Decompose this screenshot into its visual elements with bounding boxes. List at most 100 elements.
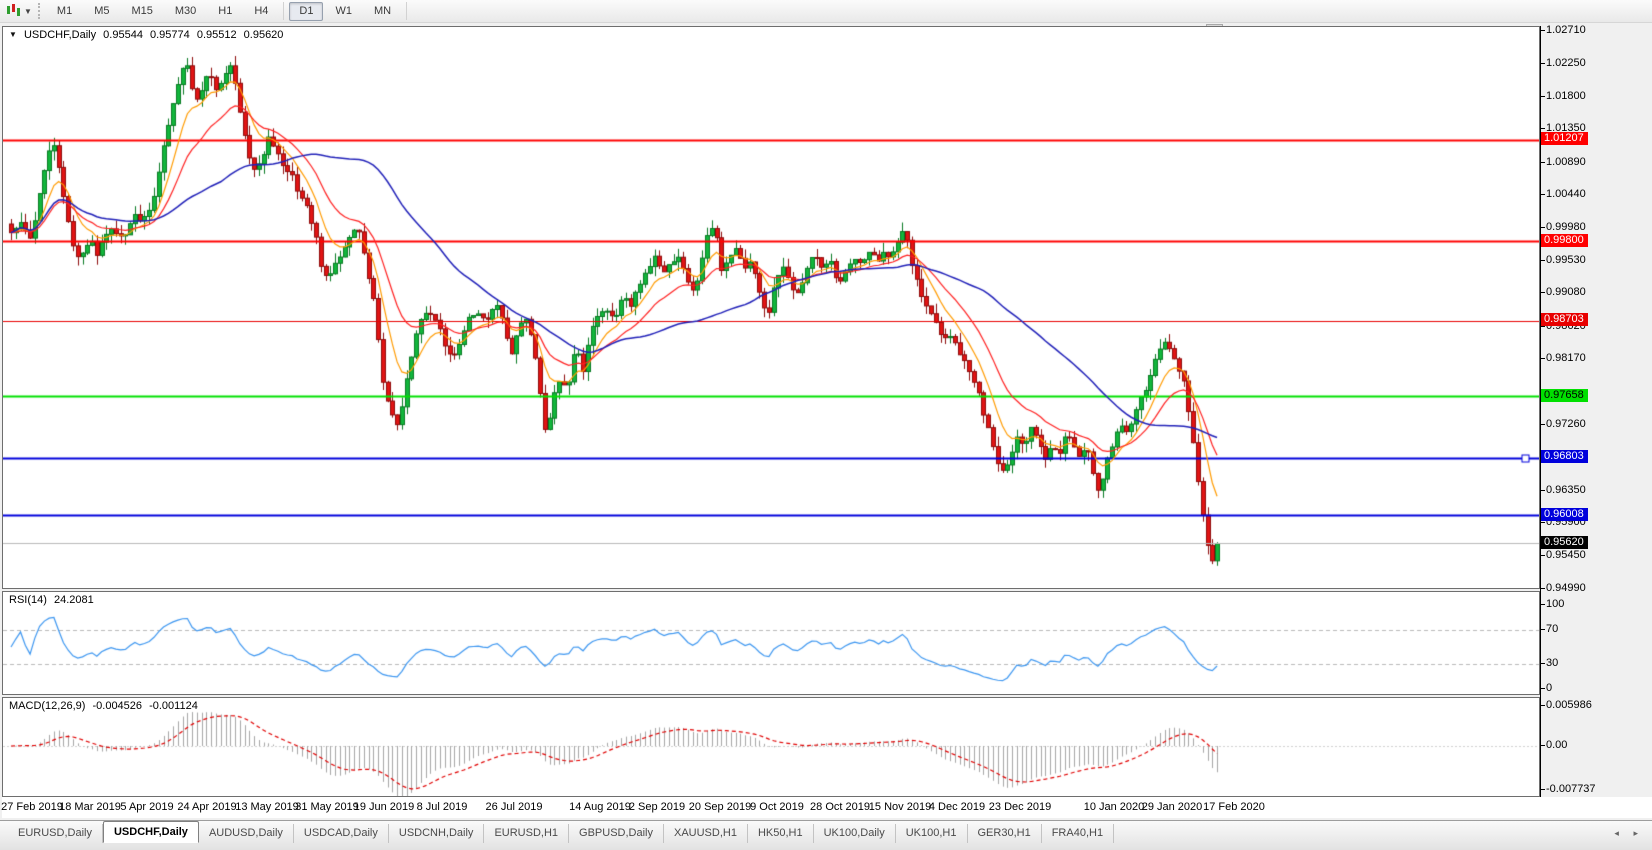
- toolbar-separator: [406, 2, 407, 20]
- timeframe-button-h4[interactable]: H4: [244, 2, 278, 21]
- timeframe-button-h1[interactable]: H1: [208, 2, 242, 21]
- rsi-axis[interactable]: 10070300: [1541, 591, 1651, 695]
- rsi-label: RSI(14) 24.2081: [9, 594, 98, 606]
- chart-symbol: USDCHF,Daily: [24, 29, 96, 41]
- price-tick: 0.99980: [1546, 221, 1586, 233]
- macd-tick: 0.005986: [1546, 699, 1592, 711]
- rsi-tick: 70: [1546, 623, 1558, 635]
- tab-usdcad-daily[interactable]: USDCAD,Daily: [294, 824, 389, 843]
- date-tick: 26 Jul 2019: [486, 801, 543, 813]
- price-axis[interactable]: 1.027101.022501.018001.013501.008901.004…: [1541, 26, 1651, 589]
- tab-eurusd-h1[interactable]: EURUSD,H1: [484, 824, 569, 843]
- date-tick: 27 Feb 2019: [1, 801, 63, 813]
- tab-eurusd-daily[interactable]: EURUSD,Daily: [8, 824, 103, 843]
- timeframe-button-mn[interactable]: MN: [364, 2, 401, 21]
- date-tick: 5 Apr 2019: [120, 801, 173, 813]
- periods-icon[interactable]: [5, 3, 23, 19]
- macd-panel: MACD(12,26,9) -0.004526 -0.001124: [2, 697, 1540, 797]
- tab-ger30-h1[interactable]: GER30,H1: [968, 824, 1042, 843]
- date-tick: 2 Sep 2019: [629, 801, 685, 813]
- price-badge: 0.99800: [1541, 234, 1588, 247]
- toolbar: ▼ M1M5M15M30H1H4 D1W1MN: [0, 0, 1652, 23]
- price-tick: 0.99080: [1546, 286, 1586, 298]
- timeframe-button-m1[interactable]: M1: [47, 2, 82, 21]
- macd-tick: 0.00: [1546, 739, 1567, 751]
- price-badge: 0.98703: [1541, 313, 1588, 326]
- timeframe-button-m30[interactable]: M30: [165, 2, 206, 21]
- periods-dropdown-icon[interactable]: ▼: [24, 7, 32, 16]
- price-badge: 0.96008: [1541, 508, 1588, 521]
- tab-scroll-left-icon[interactable]: ◂: [1614, 828, 1625, 838]
- toolbar-separator: [283, 2, 284, 20]
- price-open: 0.95544: [103, 29, 143, 41]
- price-tick: 0.97260: [1546, 418, 1586, 430]
- tab-xauusd-h1[interactable]: XAUUSD,H1: [664, 824, 748, 843]
- price-close: 0.95620: [244, 29, 284, 41]
- date-tick: 17 Feb 2020: [1203, 801, 1265, 813]
- price-tick: 0.98170: [1546, 352, 1586, 364]
- price-tick: 1.01800: [1546, 90, 1586, 102]
- date-tick: 20 Sep 2019: [689, 801, 751, 813]
- date-tick: 19 Jun 2019: [354, 801, 415, 813]
- price-tick: 1.02710: [1546, 24, 1586, 36]
- price-badge: 1.01207: [1541, 132, 1588, 145]
- rsi-panel: RSI(14) 24.2081: [2, 591, 1540, 695]
- macd-axis[interactable]: 0.005986 0.00 -0.007737: [1541, 697, 1651, 797]
- rsi-canvas[interactable]: [3, 592, 1539, 694]
- date-tick: 29 Jan 2020: [1142, 801, 1203, 813]
- date-tick: 23 Dec 2019: [989, 801, 1051, 813]
- macd-canvas[interactable]: [3, 698, 1539, 796]
- collapse-arrow-icon[interactable]: ▼: [9, 30, 17, 39]
- timeframe-button-m5[interactable]: M5: [84, 2, 119, 21]
- price-tick: 1.00890: [1546, 156, 1586, 168]
- toolbar-grip[interactable]: [38, 3, 40, 19]
- timeframe-buttons: M1M5M15M30H1H4 D1W1MN: [46, 0, 411, 22]
- date-tick: 8 Jul 2019: [417, 801, 468, 813]
- date-tick: 4 Dec 2019: [929, 801, 985, 813]
- price-chart-panel: ▼ USDCHF,Daily 0.95544 0.95774 0.95512 0…: [2, 26, 1540, 589]
- tab-uk100-h1[interactable]: UK100,H1: [896, 824, 968, 843]
- macd-label: MACD(12,26,9) -0.004526 -0.001124: [9, 700, 202, 712]
- date-tick: 18 Mar 2019: [59, 801, 121, 813]
- tab-fra40-h1[interactable]: FRA40,H1: [1042, 824, 1114, 843]
- chart-title: ▼ USDCHF,Daily 0.95544 0.95774 0.95512 0…: [9, 29, 287, 41]
- price-tick: 1.00440: [1546, 188, 1586, 200]
- price-tick: 1.02250: [1546, 57, 1586, 69]
- date-tick: 15 Nov 2019: [869, 801, 931, 813]
- chart-tab-bar: EURUSD,DailyUSDCHF,DailyAUDUSD,DailyUSDC…: [0, 820, 1652, 850]
- tab-usdchf-daily[interactable]: USDCHF,Daily: [103, 821, 199, 843]
- price-chart-canvas[interactable]: [3, 27, 1539, 588]
- date-tick: 24 Apr 2019: [177, 801, 236, 813]
- tab-scroll-arrows: ◂ ▸: [1614, 828, 1644, 839]
- tab-scroll-right-icon[interactable]: ▸: [1633, 828, 1644, 838]
- date-tick: 14 Aug 2019: [569, 801, 631, 813]
- macd-signal-value: -0.001124: [149, 700, 198, 712]
- date-tick: 9 Oct 2019: [750, 801, 804, 813]
- price-badge: 0.96803: [1541, 450, 1588, 463]
- date-tick: 13 May 2019: [235, 801, 299, 813]
- timeframe-button-d1[interactable]: D1: [289, 2, 323, 21]
- rsi-tick: 30: [1546, 657, 1558, 669]
- tab-gbpusd-daily[interactable]: GBPUSD,Daily: [569, 824, 664, 843]
- price-high: 0.95774: [150, 29, 190, 41]
- price-low: 0.95512: [197, 29, 237, 41]
- price-tick: 0.99530: [1546, 254, 1586, 266]
- date-tick: 31 May 2019: [295, 801, 359, 813]
- rsi-name: RSI(14): [9, 594, 47, 606]
- price-badge: 0.97658: [1541, 389, 1588, 402]
- price-tick: 0.96350: [1546, 484, 1586, 496]
- rsi-tick: 100: [1546, 598, 1564, 610]
- timeframe-button-w1[interactable]: W1: [325, 2, 362, 21]
- timeframe-button-m15[interactable]: M15: [121, 2, 162, 21]
- chart-tabs: EURUSD,DailyUSDCHF,DailyAUDUSD,DailyUSDC…: [8, 821, 1652, 843]
- rsi-value: 24.2081: [54, 594, 94, 606]
- date-tick: 28 Oct 2019: [810, 801, 870, 813]
- tab-usdcnh-daily[interactable]: USDCNH,Daily: [389, 824, 485, 843]
- tab-audusd-daily[interactable]: AUDUSD,Daily: [199, 824, 294, 843]
- macd-tick: -0.007737: [1546, 783, 1596, 795]
- tab-hk50-h1[interactable]: HK50,H1: [748, 824, 814, 843]
- macd-main-value: -0.004526: [92, 700, 142, 712]
- date-axis[interactable]: 27 Feb 201918 Mar 20195 Apr 2019 24 Apr 2…: [2, 797, 1652, 818]
- tab-uk100-daily[interactable]: UK100,Daily: [814, 824, 896, 843]
- macd-name: MACD(12,26,9): [9, 700, 85, 712]
